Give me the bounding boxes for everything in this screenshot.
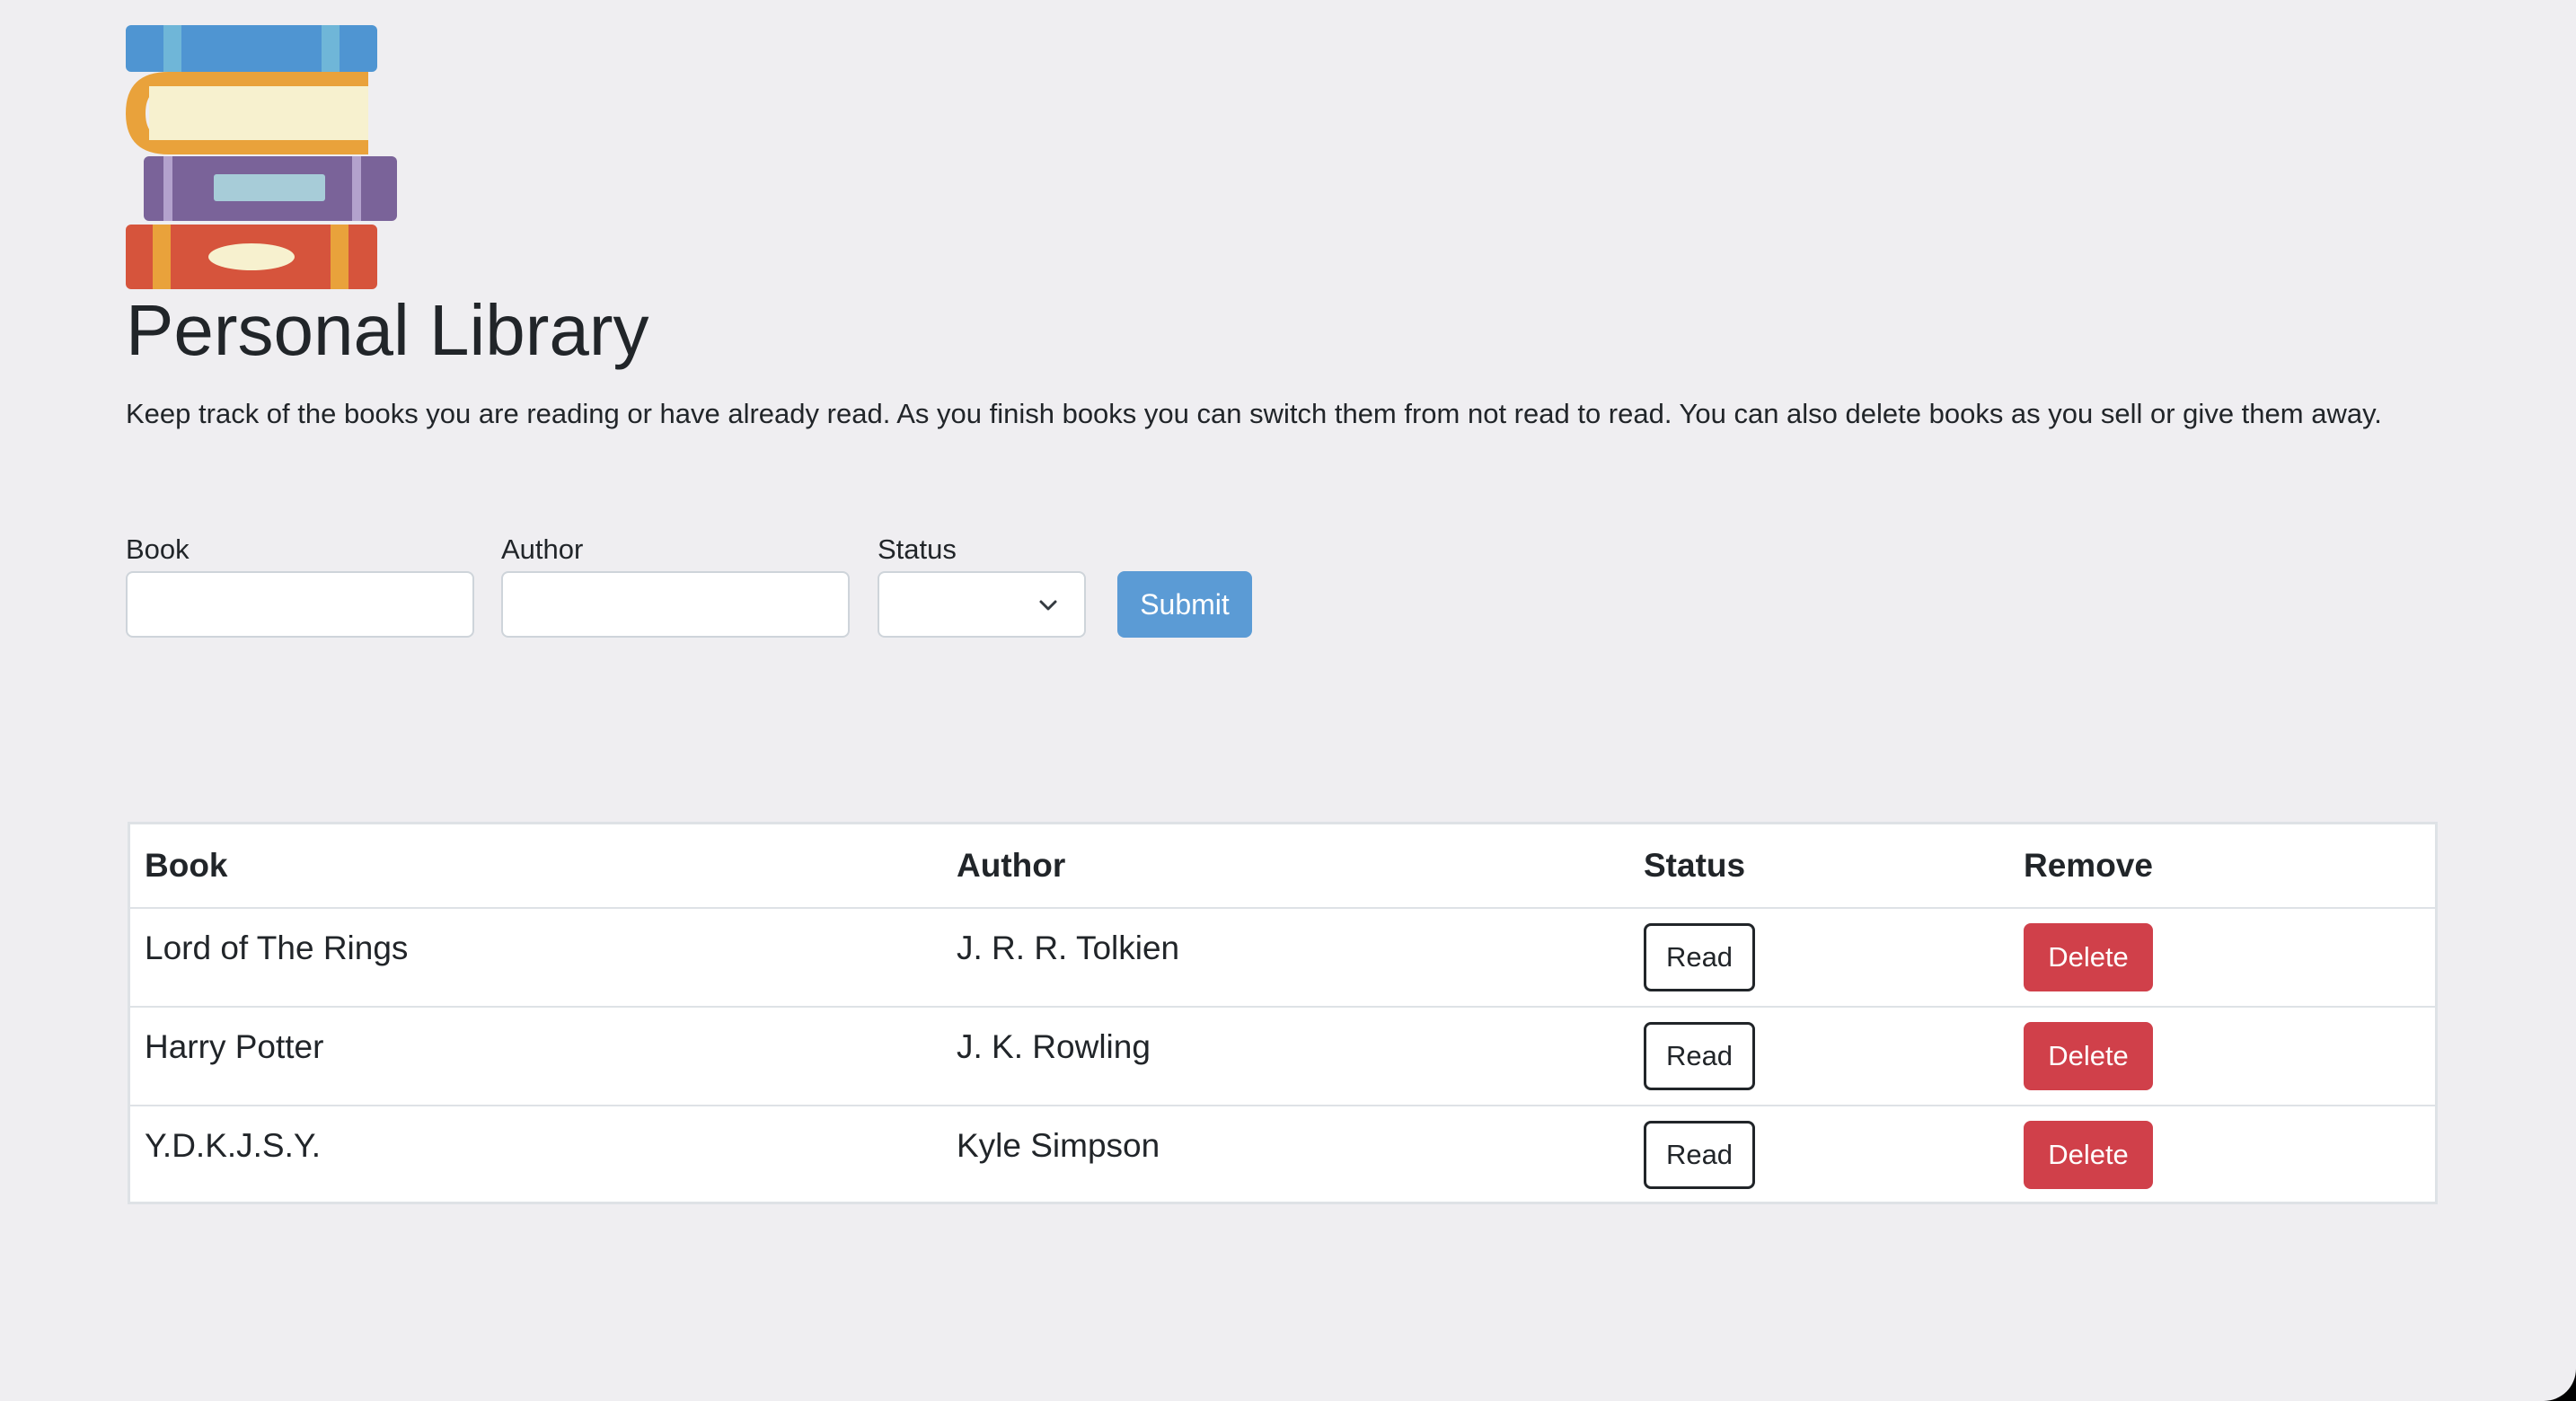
column-header-author: Author <box>957 847 1066 884</box>
author-cell: J. R. R. Tolkien <box>957 930 1180 966</box>
delete-button[interactable]: Delete <box>2024 1022 2153 1090</box>
delete-button[interactable]: Delete <box>2024 923 2153 991</box>
book-title-cell: Y.D.K.J.S.Y. <box>145 1127 322 1164</box>
page-description: Keep track of the books you are reading … <box>126 398 2382 429</box>
book-title-cell: Harry Potter <box>145 1028 324 1065</box>
book-field-label: Book <box>126 533 190 565</box>
table-row: Y.D.K.J.S.Y. Kyle Simpson Read Delete <box>130 1106 2435 1205</box>
status-select[interactable] <box>878 571 1086 638</box>
books-table: Book Author Status Remove Lord of The Ri… <box>128 822 2438 1204</box>
books-stack-icon <box>126 25 397 289</box>
author-field-label: Author <box>501 533 584 565</box>
read-status-button[interactable]: Read <box>1644 1121 1755 1189</box>
book-title-cell: Lord of The Rings <box>145 930 409 966</box>
chevron-down-icon <box>1039 600 1057 611</box>
book-input[interactable] <box>126 571 474 638</box>
column-header-book: Book <box>145 847 228 884</box>
submit-button[interactable]: Submit <box>1117 571 1252 638</box>
table-row: Harry Potter J. K. Rowling Read Delete <box>130 1008 2435 1106</box>
table-row: Lord of The Rings J. R. R. Tolkien Read … <box>130 909 2435 1008</box>
status-field-label: Status <box>878 533 957 565</box>
read-status-button[interactable]: Read <box>1644 923 1755 991</box>
author-input[interactable] <box>501 571 850 638</box>
author-cell: J. K. Rowling <box>957 1028 1151 1065</box>
read-status-button[interactable]: Read <box>1644 1022 1755 1090</box>
table-header-row: Book Author Status Remove <box>130 824 2435 909</box>
column-header-status: Status <box>1644 847 1746 884</box>
page-title: Personal Library <box>126 290 649 370</box>
page: Personal Library Keep track of the books… <box>0 0 2576 1401</box>
column-header-remove: Remove <box>2024 847 2153 884</box>
delete-button[interactable]: Delete <box>2024 1121 2153 1189</box>
author-cell: Kyle Simpson <box>957 1127 1160 1164</box>
